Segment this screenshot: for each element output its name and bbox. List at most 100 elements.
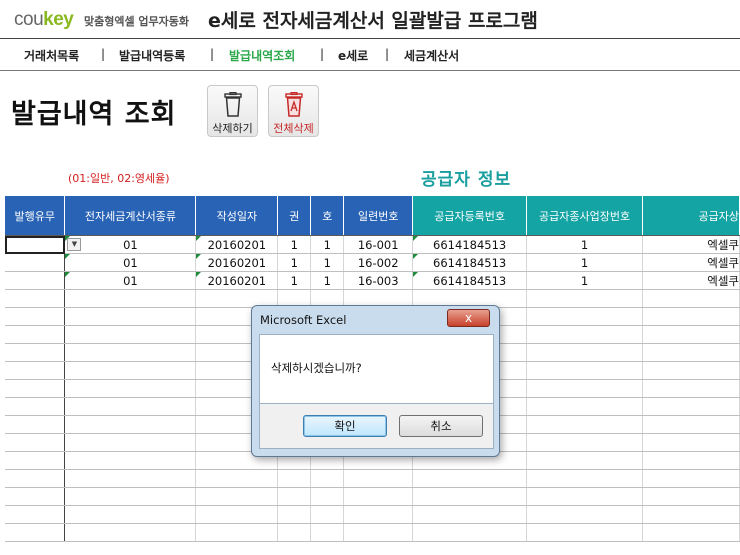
table-cell[interactable]: 01 [64,271,197,290]
table-cell[interactable]: 엑셀쿠 [642,235,740,254]
delete-all-button[interactable]: 전체삭제 [268,85,319,137]
table-cell[interactable]: 20160201 [195,253,279,272]
table-cell[interactable]: 20160201 [195,271,279,290]
table-cell[interactable] [64,433,197,452]
table-cell[interactable]: 1 [310,253,345,272]
table-cell[interactable] [310,487,345,506]
table-cell[interactable] [526,415,644,434]
table-cell[interactable] [5,487,66,506]
table-cell[interactable] [412,505,528,524]
table-cell[interactable] [310,523,345,542]
table-cell[interactable] [642,397,740,416]
table-cell[interactable] [343,505,414,524]
table-cell[interactable]: 엑셀쿠 [642,271,740,290]
table-cell[interactable] [64,289,197,308]
table-cell[interactable] [5,505,66,524]
table-cell[interactable]: 20160201 [195,235,279,254]
table-cell[interactable] [526,343,644,362]
table-cell[interactable] [310,469,345,488]
table-cell[interactable]: 1 [310,235,345,254]
table-cell[interactable] [277,505,312,524]
table-cell[interactable] [5,397,66,416]
table-cell[interactable]: 1 [277,235,312,254]
table-cell[interactable]: 1 [277,253,312,272]
table-cell[interactable] [5,451,66,470]
table-cell[interactable]: 01 ▼ [64,235,197,254]
table-cell[interactable] [5,289,66,308]
table-cell[interactable] [526,379,644,398]
table-cell[interactable] [5,523,66,542]
table-cell[interactable] [412,487,528,506]
table-cell[interactable] [526,523,644,542]
table-cell[interactable] [526,505,644,524]
table-cell[interactable] [64,469,197,488]
table-cell[interactable] [64,451,197,470]
table-cell[interactable] [642,289,740,308]
table-cell[interactable] [642,361,740,380]
table-cell[interactable] [642,505,740,524]
table-cell[interactable] [277,469,312,488]
table-cell[interactable] [64,523,197,542]
table-cell[interactable] [5,307,66,326]
table-cell[interactable] [310,505,345,524]
table-cell[interactable]: 6614184513 [412,235,528,254]
table-cell[interactable] [277,523,312,542]
table-cell[interactable] [526,307,644,326]
table-cell[interactable] [412,469,528,488]
table-cell[interactable] [64,397,197,416]
delete-button[interactable]: 삭제하기 [207,85,258,137]
table-cell[interactable] [642,433,740,452]
table-cell[interactable] [5,343,66,362]
table-cell[interactable] [526,451,644,470]
table-cell[interactable] [642,487,740,506]
close-icon[interactable]: x [447,309,490,327]
table-cell[interactable]: 01 [64,253,197,272]
table-cell[interactable] [195,505,279,524]
table-cell[interactable]: 16-001 [343,235,414,254]
table-cell[interactable] [642,451,740,470]
table-cell[interactable] [5,253,66,272]
table-cell[interactable] [343,523,414,542]
table-cell[interactable] [5,469,66,488]
ok-button[interactable]: 확인 [303,415,387,437]
table-cell[interactable]: 6614184513 [412,253,528,272]
table-cell[interactable]: 1 [526,253,644,272]
table-cell[interactable]: 1 [526,271,644,290]
table-cell[interactable]: 6614184513 [412,271,528,290]
table-cell[interactable]: 1 [277,271,312,290]
table-cell[interactable] [526,469,644,488]
table-cell[interactable] [343,487,414,506]
table-cell[interactable] [5,235,66,254]
table-cell[interactable]: 1 [526,235,644,254]
table-cell[interactable] [526,361,644,380]
table-cell[interactable] [5,325,66,344]
table-cell[interactable] [642,523,740,542]
nav-item-client-list[interactable]: 거래처목록 [24,47,79,64]
table-cell[interactable] [64,415,197,434]
table-cell[interactable] [195,523,279,542]
table-cell[interactable] [642,469,740,488]
table-cell[interactable] [642,379,740,398]
table-cell[interactable] [526,325,644,344]
table-cell[interactable] [64,379,197,398]
table-cell[interactable] [64,307,197,326]
table-cell[interactable] [642,325,740,344]
cancel-button[interactable]: 취소 [399,415,483,437]
nav-item-issue-register[interactable]: 발급내역등록 [119,47,185,64]
table-cell[interactable]: 16-002 [343,253,414,272]
table-cell[interactable] [5,433,66,452]
nav-item-esero[interactable]: e세로 [338,47,368,64]
table-cell[interactable]: 엑셀쿠 [642,253,740,272]
chevron-down-icon[interactable]: ▼ [67,238,82,251]
table-cell[interactable] [526,397,644,416]
table-cell[interactable] [64,325,197,344]
table-cell[interactable]: 1 [310,271,345,290]
table-cell[interactable] [343,469,414,488]
table-cell[interactable] [64,505,197,524]
table-cell[interactable] [64,361,197,380]
table-cell[interactable] [642,415,740,434]
nav-item-issue-lookup[interactable]: 발급내역조회 [229,47,295,64]
table-cell[interactable] [5,415,66,434]
table-cell[interactable] [5,379,66,398]
table-cell[interactable] [412,523,528,542]
